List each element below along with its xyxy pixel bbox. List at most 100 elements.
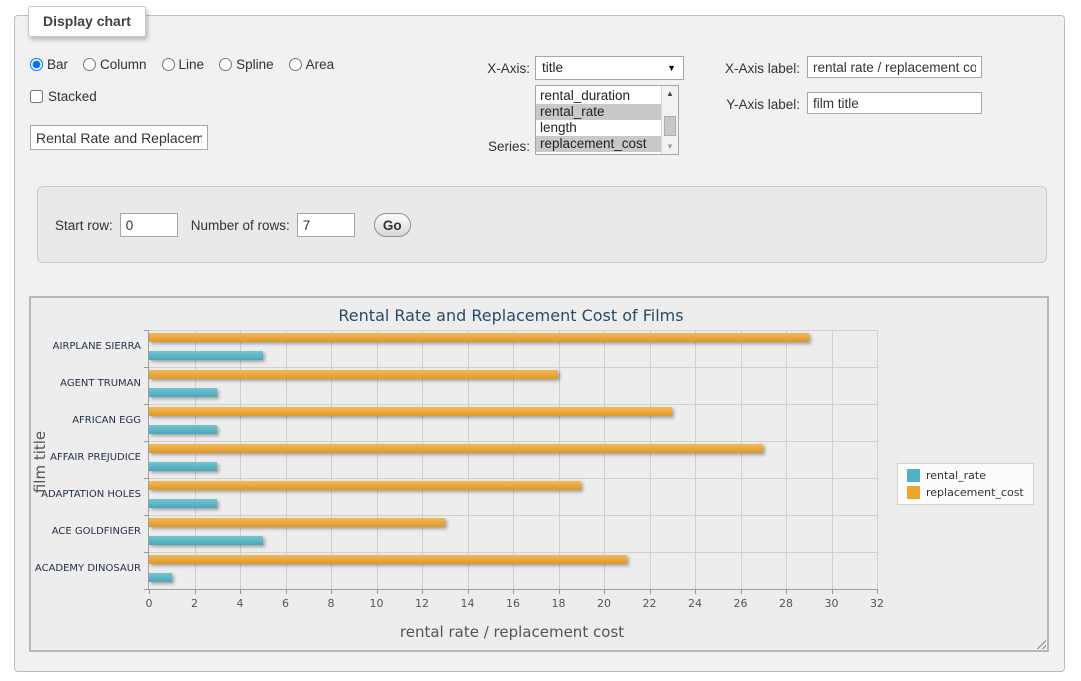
x-axis-tick: [604, 589, 605, 594]
number-of-rows-input[interactable]: [297, 213, 355, 237]
stacked-label: Stacked: [48, 89, 97, 104]
category-band-academy-dinosaur: [149, 552, 877, 589]
x-axis-tick-label: 12: [415, 597, 429, 610]
chart-type-option-bar[interactable]: Bar: [30, 57, 68, 72]
chart-type-option-label: Bar: [47, 57, 68, 72]
bar-replacement_cost: [149, 481, 581, 490]
category-band-affair-prejudice: [149, 441, 877, 478]
x-axis-tick: [195, 589, 196, 594]
bar-replacement_cost: [149, 555, 627, 564]
bar-rental_rate: [149, 388, 217, 397]
series-option-rental_rate[interactable]: rental_rate: [536, 104, 661, 120]
start-row-input[interactable]: [120, 213, 178, 237]
bar-rental_rate: [149, 499, 217, 508]
row-range-panel: Start row: Number of rows: Go: [37, 186, 1047, 263]
category-band-agent-truman: [149, 367, 877, 404]
chart-y-axis-title: film title: [31, 362, 49, 562]
bar-replacement_cost: [149, 518, 445, 527]
x-axis-tick-label: 22: [643, 597, 657, 610]
legend-swatch-rental_rate: [907, 469, 920, 482]
series-option-length[interactable]: length: [536, 120, 661, 136]
x-axis-tick-label: 10: [370, 597, 384, 610]
bar-replacement_cost: [149, 407, 672, 416]
grid-line-vertical: [877, 330, 878, 589]
chart-type-option-label: Column: [100, 57, 147, 72]
legend-item-rental_rate[interactable]: rental_rate: [907, 469, 1024, 482]
x-axis-tick: [468, 589, 469, 594]
chart-legend: rental_rate replacement_cost: [897, 463, 1034, 505]
chart-type-option-label: Spline: [236, 57, 274, 72]
x-axis-tick-label: 2: [191, 597, 198, 610]
category-label: ACADEMY DINOSAUR: [21, 563, 141, 574]
x-axis-tick-label: 8: [328, 597, 335, 610]
x-axis-tick: [877, 589, 878, 594]
y-axis-label-input[interactable]: [807, 92, 982, 114]
resize-handle[interactable]: [1034, 637, 1046, 649]
scroll-up-icon[interactable]: ▲: [662, 86, 678, 101]
start-row-label: Start row:: [55, 218, 113, 233]
x-axis-tick-label: 4: [237, 597, 244, 610]
legend-label: replacement_cost: [926, 486, 1024, 499]
chart-title-input[interactable]: [30, 125, 208, 150]
series-options: rental_durationrental_ratelengthreplacem…: [536, 88, 661, 152]
chart-type-radio-group: Bar Column Line Spline Area: [30, 57, 334, 72]
chart-type-option-spline[interactable]: Spline: [219, 57, 274, 72]
x-axis-tick: [422, 589, 423, 594]
legend-label: rental_rate: [926, 469, 986, 482]
go-button[interactable]: Go: [374, 213, 411, 237]
bar-rental_rate: [149, 536, 263, 545]
x-axis-tick: [513, 589, 514, 594]
display-chart-legend-text: Display chart: [43, 13, 131, 29]
scroll-down-icon[interactable]: ▼: [662, 139, 678, 154]
chart-type-option-column[interactable]: Column: [83, 57, 147, 72]
x-axis-selected-value: title: [542, 60, 563, 75]
x-axis-tick-label: 28: [779, 597, 793, 610]
series-option-rental_duration[interactable]: rental_duration: [536, 88, 661, 104]
x-axis-tick-label: 6: [282, 597, 289, 610]
x-axis-tick: [286, 589, 287, 594]
stacked-checkbox-row[interactable]: Stacked: [30, 89, 97, 104]
chart-type-radio-spline[interactable]: [219, 58, 232, 71]
x-axis-tick-label: 20: [597, 597, 611, 610]
x-axis-tick: [377, 589, 378, 594]
number-of-rows-label: Number of rows:: [191, 218, 290, 233]
chart-x-axis-title: rental rate / replacement cost: [148, 623, 876, 641]
bar-replacement_cost: [149, 333, 809, 342]
legend-item-replacement_cost[interactable]: replacement_cost: [907, 486, 1024, 499]
x-axis-tick-label: 26: [734, 597, 748, 610]
chart-type-radio-bar[interactable]: [30, 58, 43, 71]
x-axis-tick-label: 16: [506, 597, 520, 610]
category-band-adaptation-holes: [149, 478, 877, 515]
x-axis-tick: [331, 589, 332, 594]
category-band-airplane-sierra: [149, 330, 877, 367]
scrollbar-thumb[interactable]: [664, 116, 676, 136]
x-axis-tick-label: 14: [461, 597, 475, 610]
series-multiselect[interactable]: rental_durationrental_ratelengthreplacem…: [535, 85, 679, 155]
scrollbar[interactable]: ▲ ▼: [661, 86, 678, 154]
chart-type-option-line[interactable]: Line: [162, 57, 205, 72]
bar-rental_rate: [149, 573, 172, 582]
series-option-replacement_cost[interactable]: replacement_cost: [536, 136, 661, 152]
x-axis-tick: [786, 589, 787, 594]
x-axis-tick: [695, 589, 696, 594]
bar-replacement_cost: [149, 444, 763, 453]
x-axis-select[interactable]: title ▼: [535, 56, 684, 80]
chart-container: Rental Rate and Replacement Cost of Film…: [29, 296, 1049, 652]
x-axis-tick-label: 32: [870, 597, 884, 610]
series-field-label: Series:: [420, 139, 530, 154]
chart-type-radio-area[interactable]: [289, 58, 302, 71]
y-axis-label-field-label: Y-Axis label:: [682, 97, 800, 112]
page: { "page": { "tab_title": "Display chart"…: [0, 0, 1081, 681]
chart-type-radio-column[interactable]: [83, 58, 96, 71]
chart-type-option-label: Line: [179, 57, 205, 72]
x-axis-tick-label: 18: [552, 597, 566, 610]
x-axis-label-input[interactable]: [807, 56, 982, 78]
chart-type-radio-line[interactable]: [162, 58, 175, 71]
x-axis-field-label: X-Axis:: [420, 61, 530, 76]
stacked-checkbox[interactable]: [30, 90, 43, 103]
category-label: AIRPLANE SIERRA: [21, 341, 141, 352]
x-axis-tick: [149, 589, 150, 594]
chart-type-option-area[interactable]: Area: [289, 57, 335, 72]
x-axis-label-field-label: X-Axis label:: [682, 61, 800, 76]
x-axis-tick: [650, 589, 651, 594]
